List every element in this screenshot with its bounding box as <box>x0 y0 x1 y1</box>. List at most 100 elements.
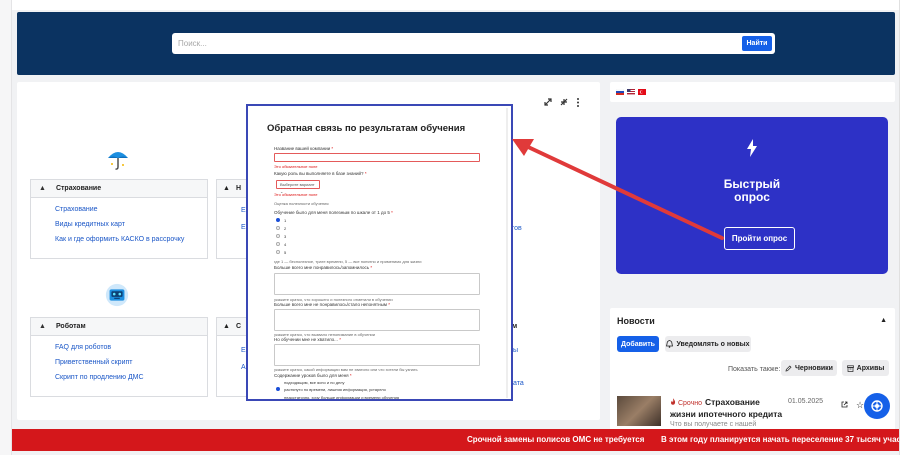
add-news-button[interactable]: Добавить <box>617 336 659 352</box>
kb-link[interactable]: Приветственный скрипт <box>31 359 207 366</box>
flame-icon <box>671 398 676 405</box>
support-icon <box>871 400 883 412</box>
role-select[interactable]: Выберите вариант ⌄ <box>276 180 320 194</box>
kb-link-fragment[interactable]: А <box>241 364 246 371</box>
kb-link-fragment[interactable]: Е <box>241 207 246 214</box>
scale-label: 3 <box>284 234 287 239</box>
flag-ru-icon[interactable] <box>616 89 624 95</box>
news-ticker[interactable]: Срочной замены полисов ОМС не требуется … <box>12 429 899 451</box>
quick-quiz-card: Быстрый опрос Пройти опрос <box>616 117 888 274</box>
help-fab[interactable] <box>864 393 890 419</box>
right-scrollbar[interactable] <box>899 0 905 455</box>
search-input[interactable] <box>172 33 732 54</box>
news-date: 01.05.2025 <box>788 398 824 405</box>
archive-icon <box>846 364 854 372</box>
news-title: Новости <box>617 316 655 326</box>
news-panel: Новости ▲ Добавить Уведомлять о новых По… <box>610 308 895 438</box>
field-hint: укажите кратко, какой информации вам не … <box>274 367 418 372</box>
scale-label: 2 <box>284 226 287 231</box>
scale-label: 4 <box>284 242 287 247</box>
scale-radio[interactable] <box>276 242 280 246</box>
field-label: Обучение было для меня полезным по шкале… <box>274 210 393 215</box>
kb-link[interactable]: Страхование <box>31 206 207 213</box>
scale-radio[interactable] <box>276 218 280 222</box>
chevron-up-icon: ▲ <box>39 323 46 330</box>
umbrella-icon <box>105 145 131 171</box>
section-note: Оценка полезности обучения <box>274 201 329 206</box>
kb-link[interactable]: Виды кредитных карт <box>31 221 207 228</box>
scale-label: 1 <box>284 218 287 223</box>
see-also-label: Показать также: <box>728 366 781 373</box>
search-button[interactable]: Найти <box>742 36 772 51</box>
left-edge <box>0 0 12 455</box>
form-title: Обратная связь по результатам обучения <box>267 123 466 134</box>
news-headline[interactable]: Страхование жизни ипотечного кредита <box>670 396 785 420</box>
lightning-icon <box>747 139 757 157</box>
news-thumbnail[interactable] <box>617 396 661 426</box>
error-message: Это обязательное поле <box>274 192 318 197</box>
field-label: Но обучении мне не хватило... * <box>274 337 341 342</box>
external-link-icon[interactable] <box>841 401 848 408</box>
kb-link-fragment[interactable]: Е <box>241 347 246 354</box>
urgent-badge: Срочно <box>670 398 702 407</box>
kb-link-fragment[interactable]: ата <box>513 380 524 387</box>
flag-us-icon[interactable] <box>627 89 635 95</box>
robot-icon <box>104 282 130 308</box>
scale-label: 5 <box>284 250 287 255</box>
kb-link[interactable]: Как и где оформить КАСКО в рассрочку <box>31 236 207 243</box>
archive-button[interactable]: Архивы <box>842 360 889 376</box>
top-strip <box>0 0 905 10</box>
content-radio[interactable] <box>276 387 280 391</box>
missing-textarea[interactable] <box>274 344 480 366</box>
scale-radio[interactable] <box>276 234 280 238</box>
bell-icon <box>666 340 674 348</box>
language-switcher <box>610 82 895 102</box>
feedback-form-preview: Обратная связь по результатам обучения Н… <box>246 104 513 401</box>
kb-section-partial: ▲ С <box>216 317 248 397</box>
card-controls <box>544 98 580 107</box>
chevron-up-icon: ▲ <box>39 185 46 192</box>
kb-link-fragment[interactable]: ы <box>513 347 518 354</box>
collapse-icon[interactable] <box>560 98 568 106</box>
company-name-field[interactable] <box>274 153 480 162</box>
field-label: Название вашей компании * <box>274 146 334 151</box>
more-vertical-icon[interactable] <box>576 98 580 107</box>
kb-link[interactable]: FAQ для роботов <box>31 344 207 351</box>
content-option: растянуто по времени, лишняя информация,… <box>284 387 386 392</box>
ticker-item[interactable]: В этом году планируется начать переселен… <box>661 435 899 444</box>
kb-section-robots: ▲ Роботам FAQ для роботов Приветственный … <box>30 317 208 397</box>
kb-section-header[interactable]: ▲ Страхование <box>31 180 207 198</box>
star-icon[interactable]: ☆ <box>856 400 864 411</box>
kb-link-fragment[interactable]: Е <box>241 224 246 231</box>
scale-note: где 1 — бесполезное, трате времени, 5 — … <box>274 259 422 264</box>
field-label: Больше всего мне не понравилось/стало не… <box>274 302 390 307</box>
content-option: недостаточно, хочу больше информации и в… <box>284 395 399 400</box>
kb-section-insurance: ▲ Страхование Страхование Виды кредитных … <box>30 179 208 259</box>
kb-link[interactable]: Скрипт по продлению ДМС <box>31 374 207 381</box>
content-option: подходящим, все ясно и по делу <box>284 380 345 385</box>
ticker-item[interactable]: Срочной замены полисов ОМС не требуется <box>467 435 644 444</box>
kb-section-partial: ▲ Н <box>216 179 248 259</box>
news-excerpt: Что вы получаете с нашей <box>670 421 757 428</box>
chevron-up-icon: ▲ <box>223 323 230 330</box>
error-message: Это обязательное поле <box>274 164 318 169</box>
notify-button[interactable]: Уведомлять о новых <box>665 336 751 352</box>
scale-radio[interactable] <box>276 250 280 254</box>
scale-radio[interactable] <box>276 226 280 230</box>
flag-tr-icon[interactable] <box>638 89 646 95</box>
field-label: Содержание уроков было для меня * <box>274 373 352 378</box>
take-quiz-button[interactable]: Пройти опрос <box>724 227 795 250</box>
drafts-button[interactable]: Черновики <box>781 360 837 376</box>
site-header: Найти <box>17 12 895 75</box>
field-label: Какую роль вы выполняете в базе знаний? … <box>274 171 367 176</box>
disliked-textarea[interactable] <box>274 309 480 331</box>
pencil-icon <box>785 365 792 371</box>
form-scrollbar[interactable] <box>506 108 508 398</box>
kb-section-header[interactable]: ▲ Роботам <box>31 318 207 336</box>
chevron-up-icon[interactable]: ▲ <box>880 317 887 324</box>
search-bar: Найти <box>172 33 775 54</box>
liked-textarea[interactable] <box>274 273 480 295</box>
expand-icon[interactable] <box>544 98 552 106</box>
chevron-up-icon: ▲ <box>223 185 230 192</box>
field-label: Больше всего мне понравилось/запомнилось… <box>274 265 373 270</box>
